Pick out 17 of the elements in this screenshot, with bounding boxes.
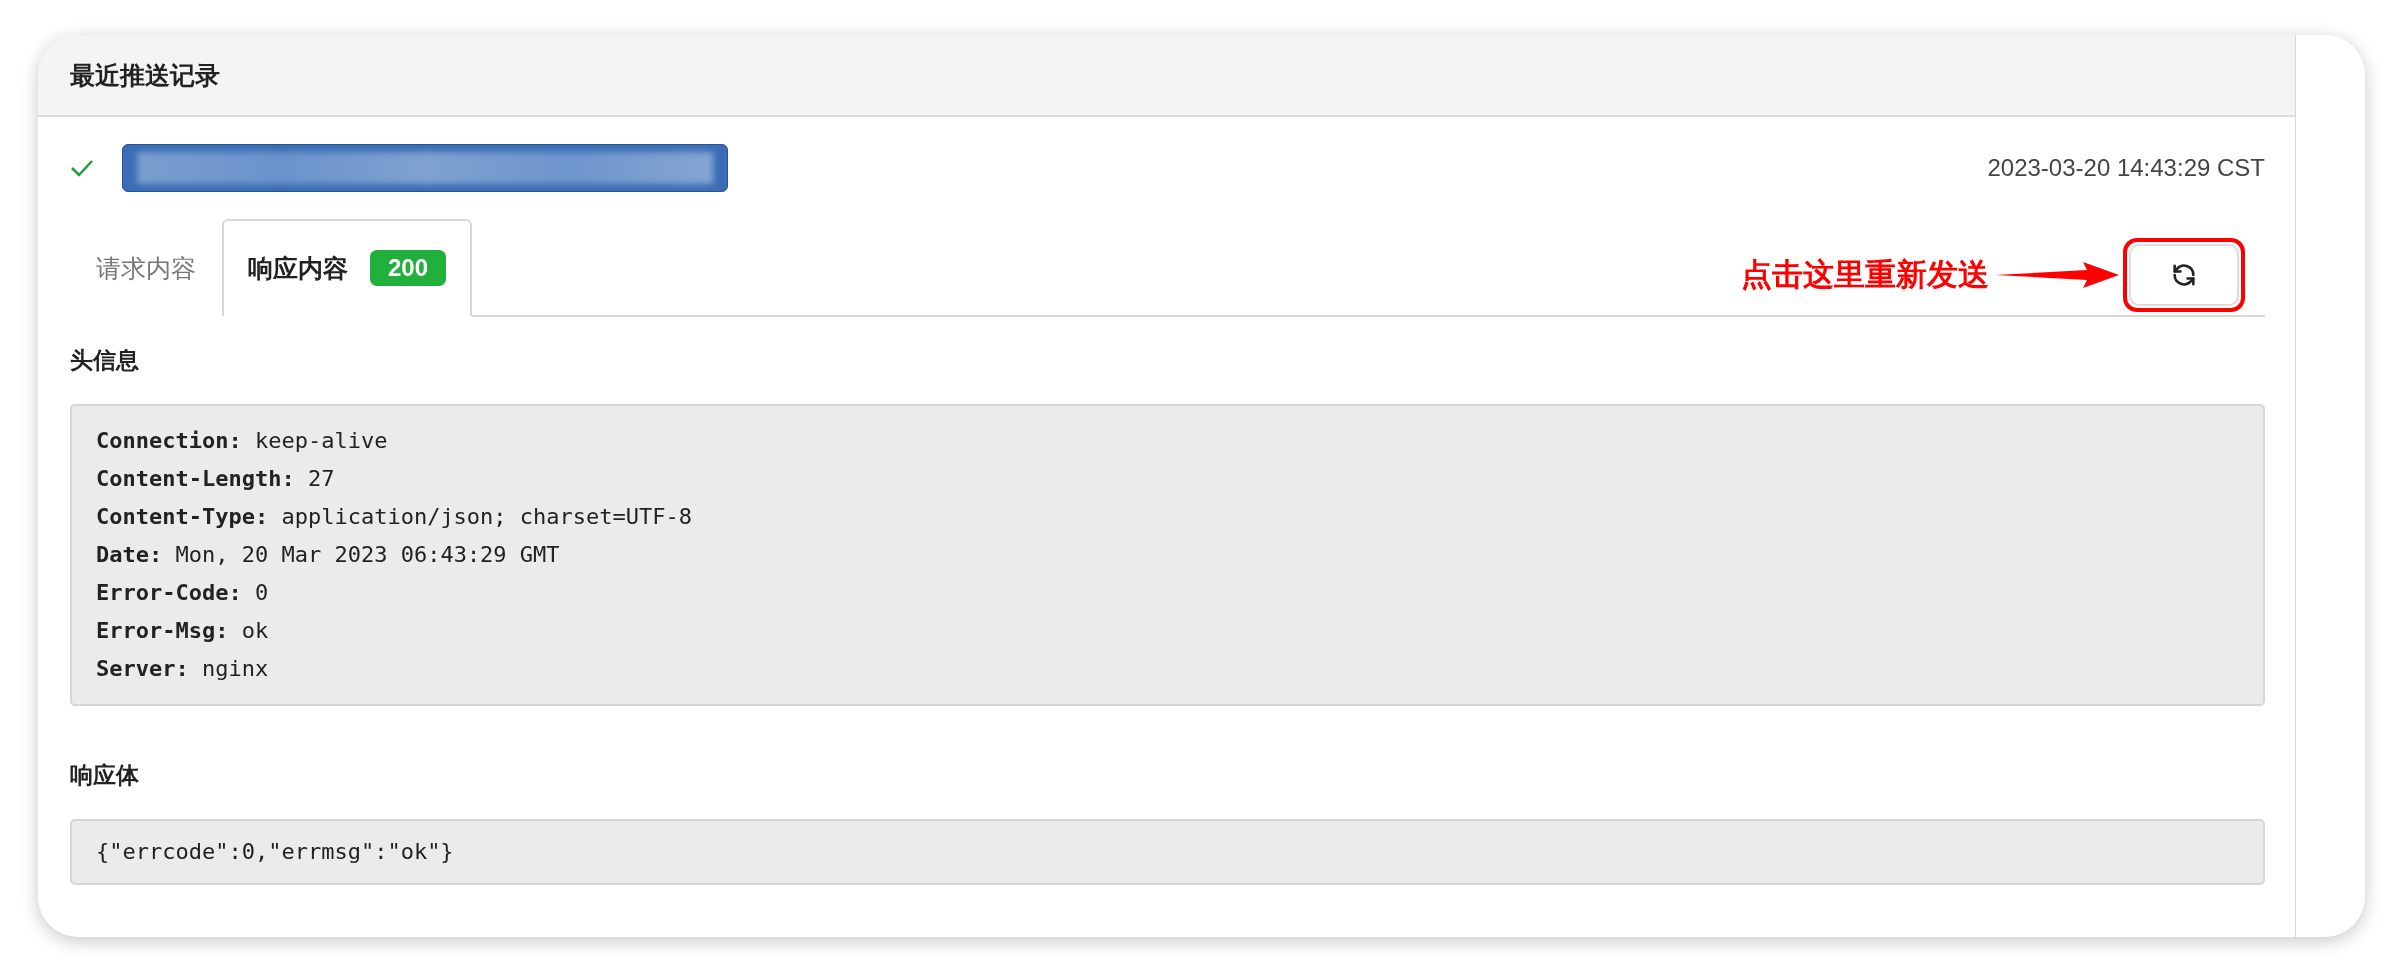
- timestamp: 2023-03-20 14:43:29 CST: [1987, 154, 2265, 182]
- header-line: Date: Mon, 20 Mar 2023 06:43:29 GMT: [96, 541, 561, 569]
- panel-title: 最近推送记录: [70, 59, 220, 91]
- header-line: Content-Length: 27: [96, 465, 336, 493]
- header-line: Content-Type: application/json; charset=UTF-8: [96, 503, 694, 531]
- refresh-button[interactable]: [2129, 244, 2239, 306]
- tab[interactable]: 响应内容 200: [222, 219, 473, 317]
- section-title: 响应体: [70, 761, 140, 790]
- header-line: Error-Msg: ok: [96, 617, 270, 645]
- refresh-icon: [2170, 261, 2198, 289]
- header-line: Error-Code: 0: [96, 579, 270, 607]
- status-badge: 200: [370, 250, 447, 286]
- annotation-text: 点击这里重新发送: [1741, 256, 1989, 294]
- header-line: Connection: keep-alive: [96, 427, 389, 455]
- header-line: Server: nginx: [96, 655, 270, 683]
- response-body: {"errcode":0,"errmsg":"ok"}: [96, 838, 455, 866]
- section-title: 头信息: [70, 346, 140, 375]
